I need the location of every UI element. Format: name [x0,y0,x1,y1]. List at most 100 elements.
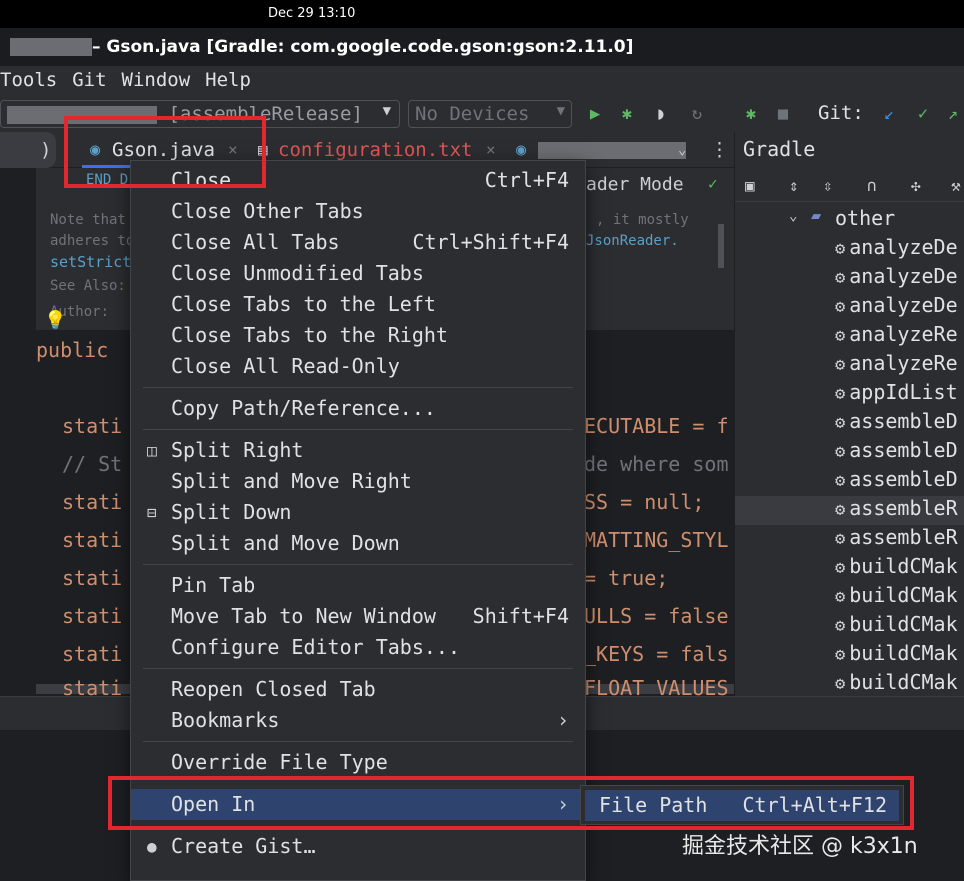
redacted-project-name [10,38,92,56]
gradle-task-item[interactable]: ⚙ buildCMak [835,641,958,670]
toggle-tasks-icon[interactable]: ✣ [911,176,921,195]
gradle-task-item[interactable]: ⚙ assembleR [835,525,958,554]
menu-item-reopen-closed-tab[interactable]: Reopen Closed Tab [131,674,585,705]
doc-link[interactable]: JsonReader. [586,233,679,249]
watermark: 掘金技术社区 @ k3x1n [682,834,918,859]
doc-line: Note that [50,212,126,228]
tab-previous[interactable]: ) [0,132,56,168]
gradle-task-item[interactable]: ⚙ analyzeRe [835,322,958,351]
device-selector[interactable]: No Devices ▼ [408,100,572,128]
device-selector-label: No Devices [415,103,530,125]
menu-item-split-right[interactable]: ◫ Split Right [131,435,585,466]
gradle-task-label: analyzeDe [849,235,958,259]
menu-item-pin-tab[interactable]: Pin Tab [131,570,585,601]
gradle-task-item[interactable]: ⚙ buildCMak [835,554,958,583]
gear-icon: ⚙ [835,645,846,665]
scrollbar-marker [718,224,724,268]
execute-task-icon[interactable]: ▣ [745,176,755,195]
doc-link[interactable]: setStrict [50,253,131,271]
menu-item-configure-editor-tabs[interactable]: Configure Editor Tabs... [131,632,585,663]
code-line: stati [62,414,123,438]
gear-icon: ⚙ [835,616,846,636]
menu-item-close-tabs-right[interactable]: Close Tabs to the Right [131,320,585,351]
gradle-task-item[interactable]: ⚙ analyzeDe [835,293,958,322]
offline-mode-icon[interactable]: ∩ [867,176,877,195]
menu-item-split-down[interactable]: ⊟ Split Down [131,497,585,528]
menu-item-close-all-tabs[interactable]: Close All Tabs Ctrl+Shift+F4 [131,227,585,258]
menu-window[interactable]: Window [122,66,191,96]
settings-wrench-icon[interactable]: ⚒ [951,176,961,195]
inspection-ok-icon: ✓ [708,174,718,193]
git-commit-icon[interactable]: ✓ [912,103,934,125]
menu-item-create-gist[interactable]: ● Create Gist… [131,831,585,862]
menu-item-split-move-right[interactable]: Split and Move Right [131,466,585,497]
gear-icon: ⚙ [835,384,846,404]
gradle-task-item[interactable]: ⚙ assembleD [835,467,958,496]
code-line: stati [62,676,123,696]
menu-item-split-move-down[interactable]: Split and Move Down [131,528,585,559]
split-vertical-icon: ◫ [147,441,157,460]
gear-icon: ⚙ [835,239,846,259]
menu-help[interactable]: Help [205,66,251,96]
gradle-task-label: buildCMak [849,554,958,578]
gear-icon: ⚙ [835,413,846,433]
menu-item-bookmarks[interactable]: Bookmarks › [131,705,585,736]
split-horizontal-icon: ⊟ [147,503,157,522]
debug-bug-icon[interactable]: ✱ [616,103,638,125]
expand-all-icon[interactable]: ⇕ [789,176,799,195]
gradle-task-item[interactable]: ⚙ buildCMak [835,612,958,641]
gradle-task-item[interactable]: ⚙ assembleD [835,409,958,438]
system-top-bar: Dec 29 13:10 [0,0,964,28]
reader-mode-label[interactable]: ader Mode [586,174,684,195]
gear-icon: ⚙ [835,297,846,317]
lightbulb-icon[interactable]: 💡 [44,310,66,331]
gradle-task-label: analyzeDe [849,264,958,288]
gradle-group-other[interactable]: other [835,206,895,230]
window-title-bar: – Gson.java [Gradle: com.google.code.gso… [0,28,964,66]
gradle-task-item[interactable]: ⚙ buildCMak [835,670,958,696]
menu-separator [143,741,573,742]
chevron-down-icon[interactable]: ⌄ [789,208,797,224]
menu-separator [143,668,573,669]
menu-git[interactable]: Git [72,66,106,96]
menu-item-override-file-type[interactable]: Override File Type [131,747,585,778]
gradle-task-item[interactable]: ⚙ appIdList [835,380,958,409]
git-update-icon[interactable]: ↙ [878,103,900,125]
menu-item-move-tab-new-window[interactable]: Move Tab to New Window Shift+F4 [131,601,585,632]
menu-item-close-tabs-left[interactable]: Close Tabs to the Left [131,289,585,320]
menu-item-close-other-tabs[interactable]: Close Other Tabs [131,196,585,227]
chevron-down-icon[interactable]: ⌄ [678,132,686,168]
code-line: stati [62,566,123,590]
menu-item-copy-path[interactable]: Copy Path/Reference... [131,393,585,424]
gear-icon: ⚙ [835,529,846,549]
code-line: _KEYS = fals [584,642,729,666]
code-line: SS = null; [584,490,705,514]
gradle-task-item[interactable]: ⚙ buildCMak [835,583,958,612]
stop-icon[interactable]: ■ [772,103,794,125]
gradle-task-item[interactable]: ⚙ analyzeRe [835,351,958,380]
gradle-task-item[interactable]: ⚙ analyzeDe [835,264,958,293]
menu-item-close-all-read-only[interactable]: Close All Read-Only [131,351,585,382]
doc-line: adheres to [50,233,135,249]
menu-separator [143,564,573,565]
menu-separator [143,429,573,430]
code-line: ULLS = false [584,604,729,628]
highlight-box-open-in [108,776,914,830]
menu-tools[interactable]: Tools [0,66,57,96]
more-vertical-icon[interactable]: ⋮ [710,132,729,168]
profile-icon[interactable]: ◗ [650,103,672,125]
collapse-all-icon[interactable]: ⇳ [823,176,833,195]
menu-item-close-unmodified-tabs[interactable]: Close Unmodified Tabs [131,258,585,289]
git-push-icon[interactable]: ↗ [942,103,964,125]
gradle-task-item[interactable]: ⚙ assembleD [835,438,958,467]
run-icon[interactable]: ▶ [584,103,606,125]
gradle-task-item[interactable]: ⚙ analyzeDe [835,235,958,264]
gradle-task-item[interactable]: ⚙ assembleR [735,496,964,525]
gradle-task-label: assembleD [849,409,958,433]
code-line: public [36,338,109,362]
gear-icon: ⚙ [835,442,846,462]
folder-icon: ▰ [811,206,822,226]
gradle-task-label: buildCMak [849,641,958,665]
attach-icon[interactable]: ↻ [686,103,708,125]
apply-changes-icon[interactable]: ✱ [740,103,762,125]
